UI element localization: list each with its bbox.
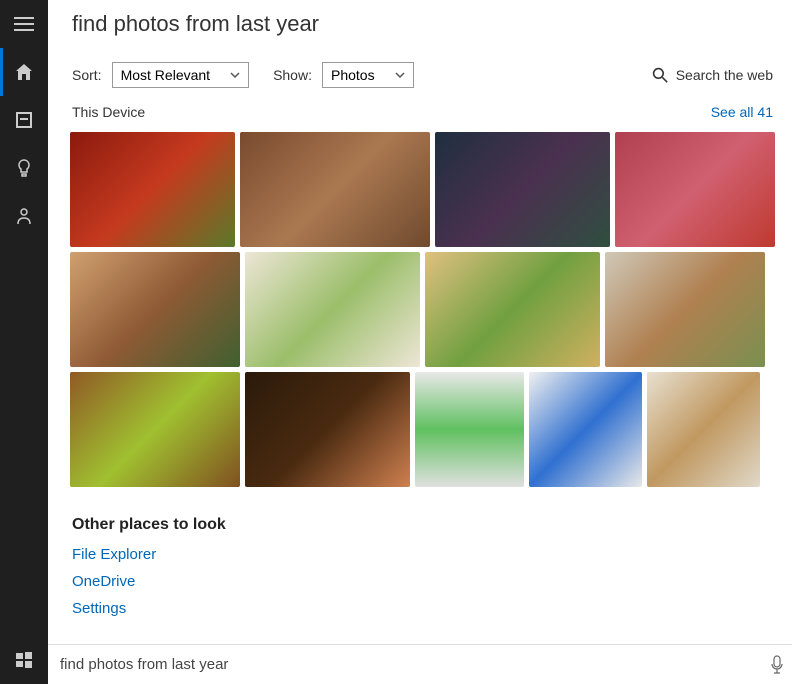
photo-thumbnail[interactable]: [70, 372, 240, 487]
person-icon: [14, 206, 34, 226]
sidebar-item-start[interactable]: [0, 636, 48, 684]
scope-label: This Device: [72, 104, 145, 120]
gallery-row: [70, 252, 775, 367]
photo-gallery: [48, 126, 792, 498]
search-web-link[interactable]: Search the web: [652, 67, 773, 83]
photo-thumbnail[interactable]: [425, 252, 600, 367]
photo-thumbnail[interactable]: [615, 132, 775, 247]
other-places-section: Other places to look File Explorer OneDr…: [48, 498, 792, 635]
search-web-label: Search the web: [676, 67, 773, 83]
header: find photos from last year: [48, 0, 792, 48]
photo-thumbnail[interactable]: [70, 132, 235, 247]
photo-thumbnail[interactable]: [647, 372, 760, 487]
sidebar-item-tips[interactable]: [0, 144, 48, 192]
photo-thumbnail[interactable]: [415, 372, 524, 487]
show-dropdown-value: Photos: [331, 67, 375, 83]
photo-thumbnail[interactable]: [605, 252, 765, 367]
photo-thumbnail[interactable]: [70, 252, 240, 367]
other-link-file-explorer[interactable]: File Explorer: [72, 546, 773, 563]
sort-dropdown[interactable]: Most Relevant: [112, 62, 249, 88]
photo-thumbnail[interactable]: [240, 132, 430, 247]
other-link-settings[interactable]: Settings: [72, 600, 773, 617]
lightbulb-icon: [14, 158, 34, 178]
gallery-row: [70, 132, 775, 247]
show-label: Show:: [273, 67, 312, 83]
search-input[interactable]: [60, 656, 769, 673]
other-link-onedrive[interactable]: OneDrive: [72, 573, 773, 590]
hamburger-icon: [14, 14, 34, 34]
photo-thumbnail[interactable]: [435, 132, 610, 247]
sidebar-item-apps[interactable]: [0, 96, 48, 144]
sidebar: [0, 0, 48, 684]
search-icon: [652, 67, 668, 83]
photo-thumbnail[interactable]: [245, 252, 420, 367]
sort-label: Sort:: [72, 67, 102, 83]
chevron-down-icon: [395, 70, 405, 80]
photo-thumbnail[interactable]: [245, 372, 410, 487]
subheader: This Device See all 41: [48, 98, 792, 126]
sort-dropdown-value: Most Relevant: [121, 67, 210, 83]
microphone-icon[interactable]: [769, 655, 785, 675]
photo-thumbnail[interactable]: [529, 372, 642, 487]
sidebar-item-person[interactable]: [0, 192, 48, 240]
page-title: find photos from last year: [72, 11, 319, 37]
main-area: find photos from last year Sort: Most Re…: [48, 0, 792, 684]
search-bar: [48, 644, 792, 684]
apps-icon: [14, 110, 34, 130]
gallery-row: [70, 372, 775, 487]
see-all-link[interactable]: See all 41: [711, 104, 773, 120]
controls-bar: Sort: Most Relevant Show: Photos Search …: [48, 48, 792, 98]
other-places-title: Other places to look: [72, 516, 773, 534]
sidebar-item-home[interactable]: [0, 48, 48, 96]
sidebar-item-menu[interactable]: [0, 0, 48, 48]
chevron-down-icon: [230, 70, 240, 80]
home-icon: [14, 62, 34, 82]
show-dropdown[interactable]: Photos: [322, 62, 414, 88]
windows-icon: [14, 650, 34, 670]
